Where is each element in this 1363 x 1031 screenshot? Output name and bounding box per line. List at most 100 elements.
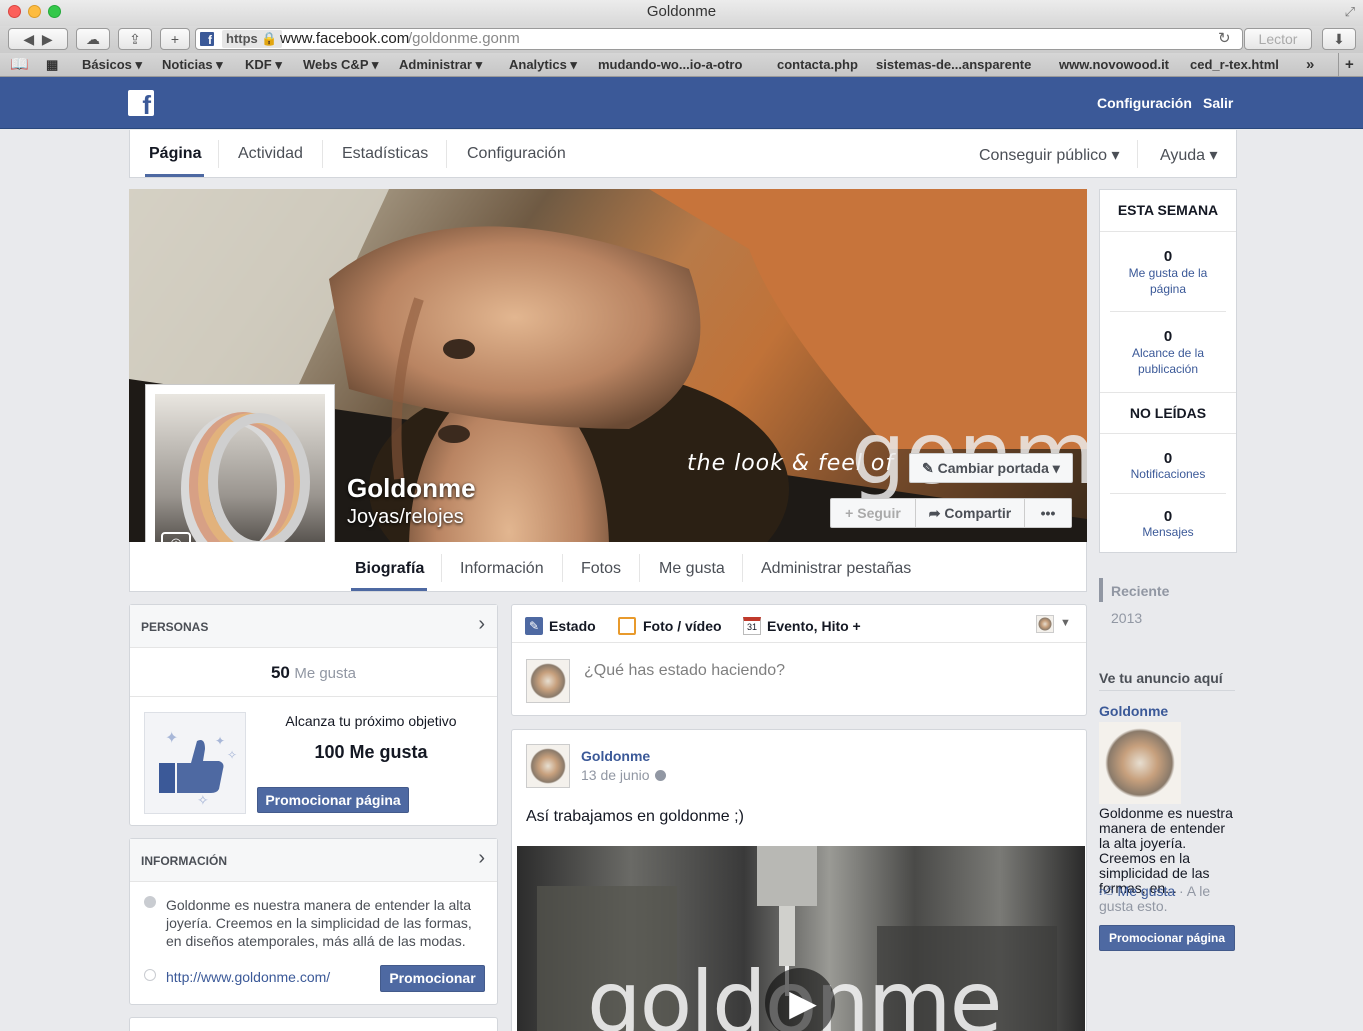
- page-name[interactable]: Goldonme: [347, 473, 476, 504]
- timeline-2013[interactable]: 2013: [1111, 610, 1142, 626]
- tab-me-gusta[interactable]: Me gusta: [659, 560, 725, 578]
- ad-like-link[interactable]: Me gusta: [1118, 883, 1176, 899]
- ad-header[interactable]: Ve tu anuncio aquí: [1099, 670, 1223, 686]
- composer-input[interactable]: ¿Qué has estado haciendo?: [584, 662, 785, 680]
- downloads-button[interactable]: ⬇: [1322, 28, 1356, 50]
- more-bookmarks-button[interactable]: »: [1306, 53, 1314, 77]
- tab-estadisticas[interactable]: Estadísticas: [342, 145, 428, 163]
- composer-photo-tab[interactable]: Foto / vídeo: [643, 618, 722, 634]
- reading-list-icon[interactable]: 📖: [10, 53, 29, 77]
- bookmark-sistemas[interactable]: sistemas-de...ansparente: [876, 53, 1031, 77]
- zoom-window-button[interactable]: [48, 5, 61, 18]
- top-sites-icon[interactable]: ▦: [46, 53, 58, 77]
- tab-informacion[interactable]: Información: [460, 560, 544, 578]
- share-button[interactable]: ⇪: [118, 28, 152, 50]
- forward-icon[interactable]: ▶: [42, 31, 53, 47]
- tab-fotos[interactable]: Fotos: [581, 560, 621, 578]
- post-author-avatar[interactable]: [526, 744, 570, 788]
- post-as-avatar[interactable]: [1036, 615, 1054, 633]
- facebook-logo-icon[interactable]: f: [128, 90, 154, 116]
- logout-link[interactable]: Salir: [1203, 95, 1233, 111]
- more-options-button[interactable]: •••: [1024, 498, 1072, 528]
- bookmark-administrar[interactable]: Administrar ▾: [399, 53, 482, 77]
- bookmark-kdf[interactable]: KDF ▾: [245, 53, 282, 77]
- thumbs-up-icon[interactable]: 👍︎: [1099, 883, 1114, 899]
- likes-summary[interactable]: 50 Me gusta: [130, 648, 497, 697]
- tab-pagina[interactable]: Página: [149, 145, 201, 163]
- chevron-right-icon[interactable]: ›: [478, 847, 485, 870]
- share-icon: ⇪: [129, 31, 141, 47]
- ad-page-name[interactable]: Goldonme: [1099, 703, 1168, 719]
- photo-icon: [618, 617, 636, 635]
- cloud-icon: ☁: [86, 31, 100, 47]
- bookmark-ced[interactable]: ced_r-tex.html: [1190, 53, 1279, 77]
- timeline-recent[interactable]: Reciente: [1111, 583, 1169, 599]
- stat-reach[interactable]: 0 Alcance de la publicación: [1110, 312, 1226, 392]
- minimize-window-button[interactable]: [28, 5, 41, 18]
- download-icon: ⬇: [1333, 31, 1345, 47]
- bookmark-webs-cp[interactable]: Webs C&P ▾: [303, 53, 378, 77]
- post-video[interactable]: goldonme ▶: [517, 846, 1085, 1031]
- tab-configuracion[interactable]: Configuración: [467, 145, 566, 163]
- ad-image[interactable]: [1099, 722, 1181, 804]
- play-icon[interactable]: ▶: [765, 968, 835, 1031]
- stat-likes[interactable]: 0 Me gusta de la página: [1110, 232, 1226, 312]
- stat-likes-value: 0: [1163, 248, 1173, 265]
- composer-event-tab[interactable]: Evento, Hito +: [767, 618, 861, 634]
- settings-link[interactable]: Configuración: [1097, 95, 1192, 111]
- page-category[interactable]: Joyas/relojes: [347, 506, 464, 529]
- back-icon[interactable]: ◀: [23, 31, 34, 47]
- divider: [639, 554, 640, 582]
- stat-messages-value: 0: [1163, 508, 1173, 525]
- stat-likes-label: Me gusta de la página: [1128, 266, 1208, 296]
- address-bar[interactable]: f https 🔒 www.facebook.com /goldonme.gon…: [195, 28, 1243, 50]
- close-window-button[interactable]: [8, 5, 21, 18]
- back-forward-buttons[interactable]: ◀ ▶: [8, 28, 68, 50]
- reload-icon[interactable]: ↻: [1218, 29, 1231, 49]
- svg-text:✦: ✦: [215, 734, 225, 748]
- new-tab-button[interactable]: +: [160, 28, 190, 50]
- stat-notifications[interactable]: 0 Notificaciones: [1110, 434, 1226, 494]
- change-cover-button[interactable]: ✎ Cambiar portada ▾: [909, 453, 1073, 483]
- people-header[interactable]: PERSONAS ›: [130, 605, 497, 648]
- follow-button[interactable]: + Seguir: [830, 498, 916, 528]
- divider: [1137, 140, 1138, 168]
- tab-administrar-pestanas[interactable]: Administrar pestañas: [761, 560, 911, 578]
- info-card: INFORMACIÓN › Goldonme es nuestra manera…: [129, 838, 498, 1005]
- composer-avatar: [526, 659, 570, 703]
- bookmark-noticias[interactable]: Noticias ▾: [162, 53, 223, 77]
- reader-button[interactable]: Lector: [1244, 28, 1312, 50]
- promote-website-button[interactable]: Promocionar: [380, 965, 485, 992]
- unread-title: NO LEÍDAS: [1100, 392, 1236, 434]
- get-audience-menu[interactable]: Conseguir público ▾: [979, 145, 1120, 165]
- chevron-right-icon[interactable]: ›: [478, 613, 485, 636]
- thumbs-up-illustration: ✦ ✦ ✧ ✧: [159, 730, 237, 808]
- info-website-link[interactable]: http://www.goldonme.com/: [166, 969, 330, 985]
- fullscreen-icon[interactable]: ⤢: [1345, 0, 1355, 24]
- composer-status-tab[interactable]: Estado: [549, 618, 596, 634]
- bookmark-contacta[interactable]: contacta.php: [777, 53, 858, 77]
- bookmark-basicos[interactable]: Básicos ▾: [82, 53, 142, 77]
- stat-messages-label: Mensajes: [1142, 525, 1194, 539]
- tab-biografia[interactable]: Biografía: [355, 560, 424, 578]
- post-date[interactable]: 13 de junio: [581, 767, 650, 783]
- globe-icon: [144, 969, 156, 981]
- add-tab-icon[interactable]: +: [1338, 53, 1354, 77]
- active-tab-indicator: [351, 588, 427, 591]
- icloud-tabs-button[interactable]: ☁: [76, 28, 110, 50]
- post-author-name[interactable]: Goldonme: [581, 748, 650, 764]
- bookmark-analytics[interactable]: Analytics ▾: [509, 53, 577, 77]
- tab-actividad[interactable]: Actividad: [238, 145, 303, 163]
- ad-promote-button[interactable]: Promocionar página: [1099, 925, 1235, 951]
- facebook-header: f Configuración Salir: [0, 77, 1363, 129]
- active-tab-indicator: [145, 174, 204, 177]
- help-menu[interactable]: Ayuda ▾: [1160, 145, 1218, 165]
- bookmark-mudando[interactable]: mudando-wo...io-a-otro: [598, 53, 742, 77]
- svg-text:✦: ✦: [165, 730, 178, 747]
- stat-messages[interactable]: 0 Mensajes: [1110, 494, 1226, 552]
- share-page-button[interactable]: ➦ Compartir: [915, 498, 1025, 528]
- bookmark-novowood[interactable]: www.novowood.it: [1059, 53, 1169, 77]
- chevron-down-icon[interactable]: ▼: [1060, 617, 1071, 629]
- promote-page-button[interactable]: Promocionar página: [257, 787, 409, 813]
- info-header[interactable]: INFORMACIÓN ›: [130, 839, 497, 882]
